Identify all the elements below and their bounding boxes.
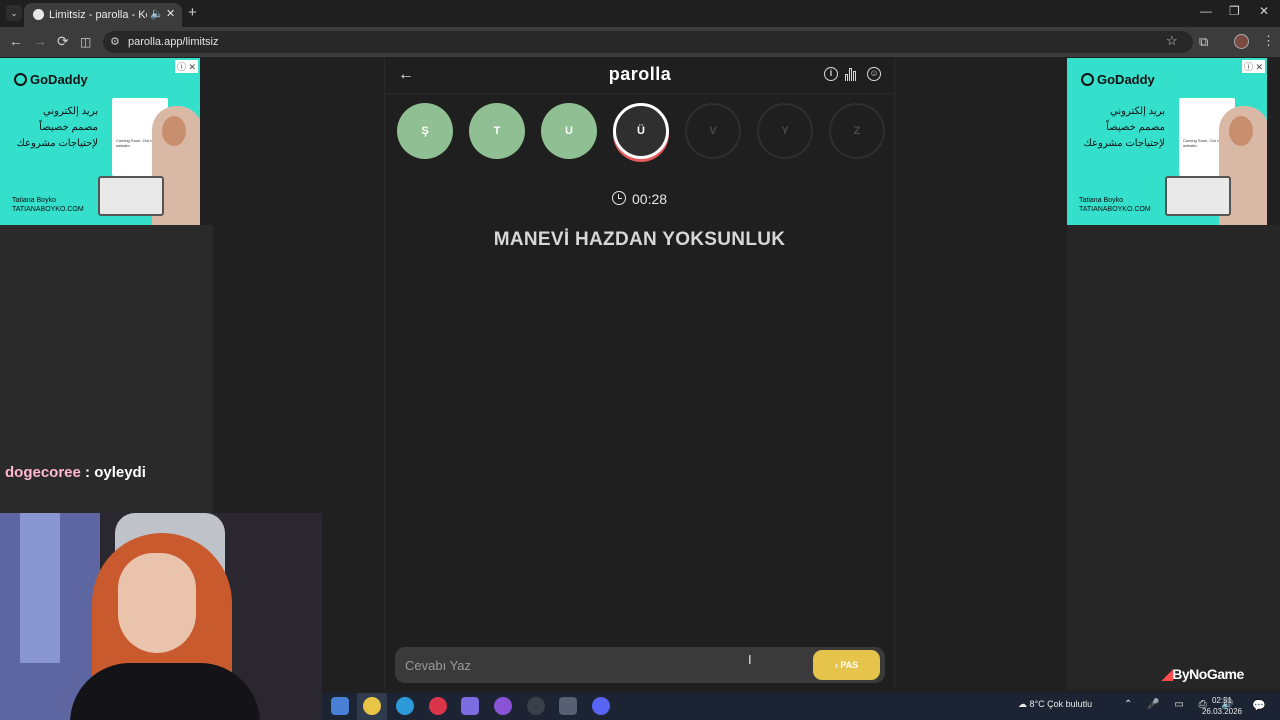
pass-button[interactable]: › PAS	[813, 650, 880, 680]
speaker-icon[interactable]: 🔈	[150, 7, 164, 20]
letter-circle: Ü	[613, 103, 669, 159]
notification-icon[interactable]: 💬	[1252, 699, 1266, 712]
minimize-button[interactable]: —	[1200, 4, 1212, 18]
letter-circle: Y	[757, 103, 813, 159]
obs-app-icon[interactable]	[494, 697, 512, 715]
tab-favicon-icon	[33, 9, 44, 20]
godaddy-logo-icon	[14, 73, 27, 86]
discord-app-icon[interactable]	[592, 697, 610, 715]
ad-text: بريد إلكتروني مصمم خصيصاً لإحتياجات مشرو…	[16, 106, 98, 149]
close-window-button[interactable]: ✕	[1259, 4, 1269, 18]
webcam-body	[70, 663, 260, 720]
letter-circle: Ş	[397, 103, 453, 159]
restore-button[interactable]: ❐	[1229, 4, 1240, 18]
system-clock[interactable]: 02:51 26.03.2026	[1198, 695, 1246, 717]
ad-laptop-image	[1165, 176, 1231, 216]
answer-input[interactable]	[398, 652, 798, 678]
tab-close-icon[interactable]: ✕	[166, 7, 175, 20]
ad-brand: GoDaddy	[1081, 72, 1155, 87]
ad-laptop-image	[98, 176, 164, 216]
split-view-icon[interactable]: ◫	[80, 35, 91, 49]
back-button[interactable]: ←	[9, 33, 23, 49]
browser-tab[interactable]: Limitsiz - parolla - Kelime oyunu 🔈 ✕	[24, 3, 182, 27]
chat-username: dogecoree	[5, 464, 81, 481]
back-arrow-icon[interactable]: ←	[398, 66, 414, 84]
godaddy-logo-icon	[1081, 73, 1094, 86]
ad-person-head	[1229, 116, 1253, 146]
forward-button[interactable]: →	[33, 33, 47, 49]
extensions-icon[interactable]: ⧉	[1199, 34, 1208, 50]
monitor-app-icon[interactable]	[527, 697, 545, 715]
letter-circle: U	[541, 103, 597, 159]
url-text[interactable]: parolla.app/limitsiz	[128, 36, 218, 48]
letter-circle: V	[685, 103, 741, 159]
bynogame-watermark: ◢ByNoGame	[1162, 666, 1244, 682]
ad-caption: Tatiana Boyko TATIANABOYKO.COM	[1079, 197, 1151, 213]
webcam-overlay	[0, 513, 322, 720]
question-text: MANEVİ HAZDAN YOKSUNLUK	[493, 229, 786, 250]
ad-caption: Tatiana Boyko TATIANABOYKO.COM	[12, 197, 84, 213]
ad-banner-right[interactable]: GoDaddy بريد إلكتروني مصمم خصيصاً لإحتيا…	[1067, 58, 1267, 225]
info-icon[interactable]: i	[824, 67, 838, 81]
stats-icon[interactable]	[845, 68, 859, 81]
ad-brand: GoDaddy	[14, 72, 88, 87]
webcam-light	[20, 513, 60, 663]
weather-widget[interactable]: ☁ 8°C Çok bulutlu	[1018, 699, 1092, 710]
edge-app-icon[interactable]	[396, 697, 414, 715]
ad-choices-icon[interactable]: ⓘ ✕	[1241, 60, 1265, 73]
ad-person-head	[162, 116, 186, 146]
letter-circle: Z	[829, 103, 885, 159]
ad-text: بريد إلكتروني مصمم خصيصاً لإحتياجات مشرو…	[1083, 106, 1165, 149]
address-bar[interactable]	[103, 31, 1193, 53]
tab-search-button[interactable]: ⌄	[6, 5, 22, 21]
chat-message: dogecoree : oyleydi	[5, 464, 146, 481]
reload-button[interactable]: ⟳	[57, 33, 69, 50]
profile-avatar[interactable]	[1234, 34, 1249, 49]
text-cursor-icon: I	[748, 652, 752, 667]
bynogame-logo-icon: ◢	[1162, 666, 1173, 682]
browser-menu-icon[interactable]: ⋮	[1262, 33, 1275, 49]
site-info-icon[interactable]: ⚙	[110, 35, 120, 48]
opera-app-icon[interactable]	[429, 697, 447, 715]
new-tab-button[interactable]: +	[188, 4, 197, 21]
right-side-panel	[1067, 225, 1280, 690]
ad-choices-icon[interactable]: ⓘ ✕	[174, 60, 198, 73]
timer: 00:28	[632, 191, 668, 207]
cloud-icon: ☁	[1018, 699, 1030, 709]
webcam-face	[118, 553, 196, 653]
copilot-app-icon[interactable]	[461, 697, 479, 715]
bookmark-star-icon[interactable]: ☆	[1166, 33, 1178, 49]
settings-app-icon[interactable]	[559, 697, 577, 715]
app-title: parolla	[608, 64, 672, 84]
clock-icon	[612, 191, 626, 205]
chrome-app-icon[interactable]	[363, 697, 381, 715]
chat-text: : oyleydi	[80, 464, 146, 481]
tab-title: Limitsiz - parolla - Kelime oyunu	[49, 9, 147, 21]
mail-app-icon[interactable]	[331, 697, 349, 715]
letter-circle: T	[469, 103, 525, 159]
profile-icon[interactable]: ☺	[867, 67, 881, 81]
ad-banner-left[interactable]: GoDaddy بريد إلكتروني مصمم خصيصاً لإحتيا…	[0, 58, 200, 225]
